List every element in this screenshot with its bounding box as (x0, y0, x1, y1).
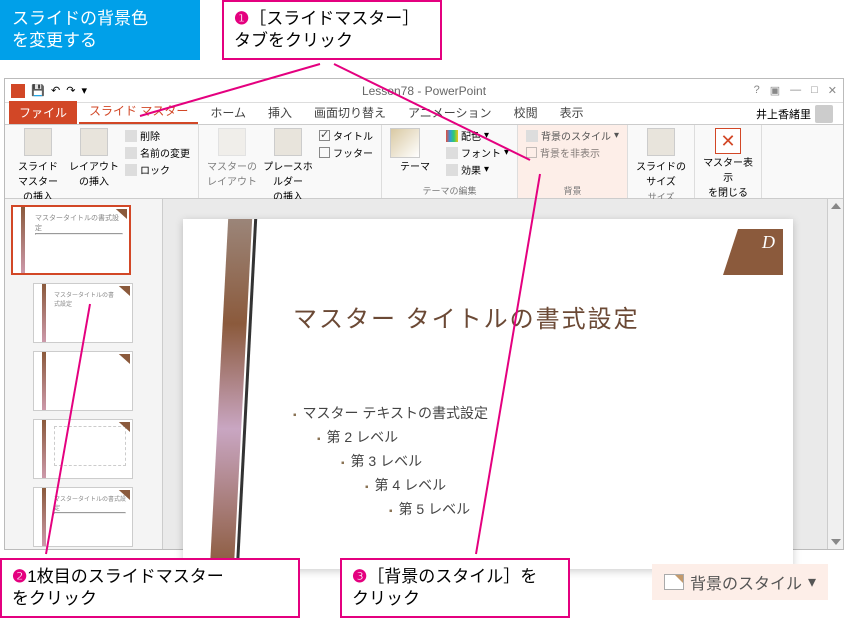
background-styles-highlight: 背景のスタイル ▾ (652, 564, 828, 600)
delete-icon (125, 130, 137, 142)
tab-slide-master[interactable]: スライド マスター (79, 99, 198, 124)
slide-editor[interactable]: マスター タイトルの書式設定 マスター テキストの書式設定 第 2 レベル 第 … (163, 199, 827, 549)
effects-button[interactable]: 効果 ▾ (446, 162, 509, 177)
list-item: 第 3 レベル (293, 451, 488, 471)
ribbon-tabs: ファイル スライド マスター ホーム 挿入 画面切り替え アニメーション 校閲 … (5, 103, 843, 125)
bg-style-icon (664, 574, 684, 590)
ribbon: スライド マスター の挿入 レイアウト の挿入 削除 名前の変更 ロック マスタ… (5, 125, 843, 199)
vertical-scrollbar[interactable] (827, 199, 843, 549)
master-text-placeholder[interactable]: マスター テキストの書式設定 第 2 レベル 第 3 レベル 第 4 レベル 第… (293, 399, 488, 523)
themes-button[interactable]: テーマ (390, 128, 440, 173)
redo-icon[interactable]: ↷ (66, 84, 75, 97)
background-styles-button[interactable]: 背景のスタイル ▾ (526, 128, 619, 143)
rename-icon (125, 147, 137, 159)
list-item: マスター テキストの書式設定 (293, 403, 488, 423)
master-thumbnail-1[interactable]: 1 マスタータイトルの書式設定 (11, 205, 131, 275)
layout-thumbnail[interactable]: マスタータイトルの書式設定 (33, 487, 133, 547)
group-master-layout: マスターの レイアウト プレースホルダー の挿入 タイトル フッター マスター … (199, 125, 382, 198)
tab-transitions[interactable]: 画面切り替え (304, 101, 396, 124)
powerpoint-window: 💾 ↶ ↷ ▾ Lesson78 - PowerPoint ? ▣ — □ ✕ … (4, 78, 844, 550)
list-item: 第 4 レベル (293, 475, 488, 495)
undo-icon[interactable]: ↶ (51, 84, 60, 97)
insert-layout-button[interactable]: レイアウト の挿入 (69, 128, 119, 188)
slide-size-button[interactable]: スライドの サイズ (636, 128, 686, 188)
workspace: 1 マスタータイトルの書式設定 マスタータイトルの書式設定 マスタータイトルの書… (5, 199, 843, 549)
tab-animations[interactable]: アニメーション (398, 101, 502, 124)
quick-access-toolbar: 💾 ↶ ↷ ▾ (5, 84, 93, 98)
start-show-icon[interactable]: ▾ (81, 84, 87, 97)
callout-2: ❷1枚目のスライドマスター をクリック (0, 558, 300, 618)
close-icon[interactable]: ✕ (828, 84, 837, 97)
rename-button[interactable]: 名前の変更 (125, 145, 190, 160)
tab-review[interactable]: 校閲 (504, 101, 548, 124)
group-label: 背景 (526, 182, 619, 197)
fonts-icon (446, 147, 458, 159)
maximize-icon[interactable]: □ (811, 84, 818, 97)
fonts-button[interactable]: フォント ▾ (446, 145, 509, 160)
avatar (815, 105, 833, 123)
group-size: スライドの サイズ サイズ (628, 125, 695, 198)
callout-1: ❶［スライドマスター］ タブをクリック (222, 0, 442, 60)
layout-thumbnail[interactable] (33, 351, 133, 411)
list-item: 第 2 レベル (293, 427, 488, 447)
callout-3: ❸［背景のスタイル］を クリック (340, 558, 570, 618)
title-checkbox[interactable]: タイトル (319, 128, 373, 143)
footer-checkbox[interactable]: フッター (319, 145, 373, 160)
close-master-view-button[interactable]: ✕マスター表示 を閉じる (703, 128, 753, 199)
bg-style-icon (526, 130, 538, 142)
colors-button[interactable]: 配色 ▾ (446, 128, 509, 143)
group-edit-master: スライド マスター の挿入 レイアウト の挿入 削除 名前の変更 ロック マスタ… (5, 125, 199, 198)
ribbon-options-icon[interactable]: ▣ (770, 84, 780, 97)
thumbnail-pane[interactable]: 1 マスタータイトルの書式設定 マスタータイトルの書式設定 マスタータイトルの書… (5, 199, 163, 549)
corner-badge (723, 229, 783, 275)
group-background: 背景のスタイル ▾ 背景を非表示 背景 (518, 125, 628, 198)
minimize-icon[interactable]: — (790, 84, 801, 97)
tab-insert[interactable]: 挿入 (258, 101, 302, 124)
list-item: 第 5 レベル (293, 499, 488, 519)
user-account[interactable]: 井上香緒里 (756, 105, 833, 123)
group-label: テーマの編集 (390, 182, 509, 197)
lock-icon (125, 164, 137, 176)
tab-view[interactable]: 表示 (550, 101, 594, 124)
layout-thumbnail[interactable]: マスタータイトルの書式設定 (33, 283, 133, 343)
help-icon[interactable]: ? (754, 84, 760, 97)
slide-canvas[interactable]: マスター タイトルの書式設定 マスター テキストの書式設定 第 2 レベル 第 … (183, 219, 793, 569)
master-layout-button[interactable]: マスターの レイアウト (207, 128, 257, 188)
effects-icon (446, 164, 458, 176)
tab-file[interactable]: ファイル (9, 101, 77, 124)
app-icon (11, 84, 25, 98)
tab-home[interactable]: ホーム (200, 101, 256, 124)
callout-title: スライドの背景色 を変更する (0, 0, 200, 60)
group-edit-theme: テーマ 配色 ▾ フォント ▾ 効果 ▾ テーマの編集 (382, 125, 518, 198)
layout-thumbnail[interactable] (33, 419, 133, 479)
delete-button[interactable]: 削除 (125, 128, 190, 143)
hide-bg-checkbox[interactable]: 背景を非表示 (526, 145, 619, 160)
insert-slide-master-button[interactable]: スライド マスター の挿入 (13, 128, 63, 203)
group-close: ✕マスター表示 を閉じる 閉じる (695, 125, 762, 198)
save-icon[interactable]: 💾 (31, 84, 45, 98)
master-title-placeholder[interactable]: マスター タイトルの書式設定 (293, 299, 640, 334)
window-title: Lesson78 - PowerPoint (362, 84, 486, 98)
colors-icon (446, 130, 458, 142)
preserve-button[interactable]: ロック (125, 162, 190, 177)
insert-placeholder-button[interactable]: プレースホルダー の挿入 (263, 128, 313, 203)
